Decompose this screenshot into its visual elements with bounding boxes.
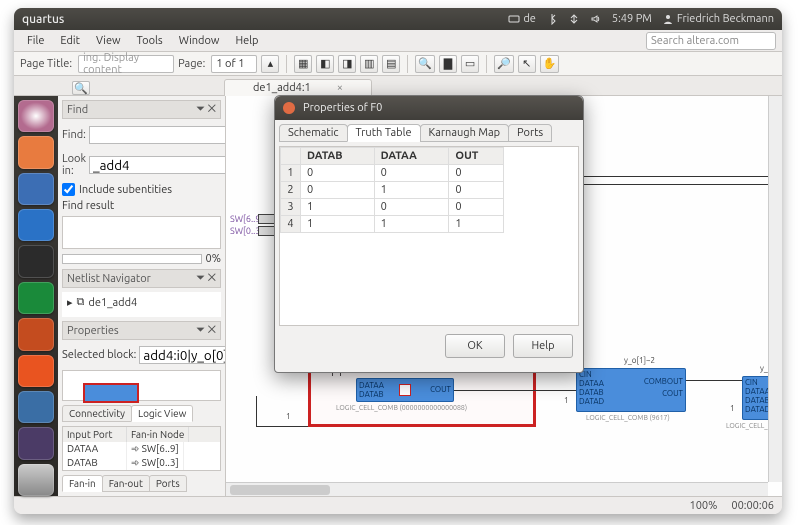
table-row[interactable]: DATAB➾ SW[0..3] (63, 456, 220, 470)
zoom-level: 100% (689, 500, 717, 512)
page-toolbar: Page Title: ing. Display content Page: 1… (14, 52, 782, 76)
netlist-title: Netlist Navigator⏷ ✕ (62, 269, 221, 288)
tb-btn-color[interactable]: ▇ (439, 55, 457, 73)
writer-icon[interactable] (18, 209, 54, 241)
menu-file[interactable]: File (20, 33, 51, 49)
close-icon[interactable]: × (337, 82, 343, 94)
hierarchy-icon: ⧉ (77, 296, 85, 309)
app-title: quartus (22, 13, 64, 26)
tb-btn1[interactable]: ▦ (294, 55, 312, 73)
table-row: 2010 (281, 182, 504, 199)
dialog-title: Properties of F0 (303, 102, 382, 114)
tab-fanout[interactable]: Fan-out (102, 475, 150, 492)
include-subentities-check[interactable] (62, 183, 75, 196)
find-panel-title: Find⏷ ✕ (62, 100, 221, 119)
generic-icon[interactable] (18, 464, 54, 496)
find-result-label: Find result (62, 200, 221, 212)
expand-icon[interactable]: ▸ (67, 296, 73, 309)
tb-btn-sel[interactable]: ▭ (461, 55, 479, 73)
app-menu: File Edit View Tools Window Help Search … (14, 30, 782, 52)
page-spin-up[interactable]: ▴ (261, 55, 279, 73)
status-bar: 100% 00:00:06 (14, 496, 782, 514)
page-title-label: Page Title: (20, 58, 72, 70)
tab-ports[interactable]: Ports (508, 124, 552, 142)
wireshark-icon[interactable] (18, 391, 54, 423)
logic-cell-0[interactable]: DATAA DATAB COUT (356, 378, 454, 402)
find-result-list[interactable] (62, 216, 221, 249)
table-row: 3100 (281, 199, 504, 216)
calc-icon[interactable] (18, 282, 54, 314)
user-menu[interactable]: Friedrich Beckmann (662, 13, 774, 25)
document-tabstrip: 🔍 de1_add4:1× (14, 76, 782, 96)
tab-schematic[interactable]: Schematic (279, 124, 348, 142)
clock[interactable]: 5:49 PM (612, 13, 652, 25)
altera-search[interactable]: Search altera.com (646, 32, 776, 50)
tb-btn2[interactable]: ◧ (316, 55, 334, 73)
keyboard-indicator[interactable]: de (508, 13, 536, 25)
unity-launcher (14, 96, 58, 496)
find-input[interactable] (89, 126, 226, 144)
tab-ports[interactable]: Ports (149, 475, 187, 492)
properties-dialog: Properties of F0 Schematic Truth Table K… (274, 95, 584, 373)
tb-btn-ptr[interactable]: ↖ (518, 55, 536, 73)
eclipse-icon[interactable] (18, 427, 54, 459)
ok-button[interactable]: OK (445, 334, 505, 358)
menu-help[interactable]: Help (228, 33, 265, 49)
dash-icon[interactable] (18, 100, 54, 132)
page-title-input[interactable]: ing. Display content (78, 55, 174, 73)
logic-cell-1[interactable]: CIN DATAA DATAB DATAD COMBOUT COUT (576, 368, 686, 412)
table-row: 1000 (281, 165, 504, 182)
horizontal-scrollbar[interactable] (226, 482, 768, 496)
tab-truth-table[interactable]: Truth Table (347, 124, 421, 142)
volume-icon[interactable] (590, 13, 602, 25)
properties-title: Properties⏷ ✕ (62, 321, 221, 340)
tb-btn-zoom[interactable]: 🔎 (494, 55, 514, 73)
software-icon[interactable] (18, 355, 54, 387)
page-select[interactable]: 1 of 1 (211, 55, 257, 73)
progress-bar (62, 254, 202, 264)
tb-btn-hand[interactable]: ✋ (540, 55, 560, 73)
menu-edit[interactable]: Edit (53, 33, 87, 49)
tb-btn3[interactable]: ◨ (338, 55, 356, 73)
netlist-tree[interactable]: ▸⧉de1_add4 (62, 292, 221, 317)
menu-window[interactable]: Window (172, 33, 227, 49)
menu-tools[interactable]: Tools (130, 33, 170, 49)
tab-karnaugh-map[interactable]: Karnaugh Map (420, 124, 510, 142)
page-label: Page: (178, 58, 205, 70)
doc-tab[interactable]: de1_add4:1× (224, 79, 372, 96)
tab-connectivity[interactable]: Connectivity (62, 405, 132, 422)
lookin-input[interactable] (89, 156, 226, 174)
truth-table: DATABDATAAOUT 1000 2010 3100 4111 (279, 146, 579, 326)
tb-btn5[interactable]: ▤ (382, 55, 400, 73)
menu-view[interactable]: View (89, 33, 128, 49)
bluetooth-icon[interactable] (546, 13, 558, 25)
side-panel: Find⏷ ✕ Find:▾List Look in:...Options...… (58, 96, 226, 496)
table-row[interactable]: DATAA➾ SW[6..9] (63, 442, 220, 456)
tab-fanin[interactable]: Fan-in (62, 475, 103, 492)
tab-logic-view[interactable]: Logic View (131, 405, 193, 422)
ports-table: Input PortFan-in Node DATAA➾ SW[6..9] DA… (62, 426, 221, 471)
help-button[interactable]: Help (513, 334, 573, 358)
vertical-scrollbar[interactable] (768, 96, 782, 482)
fn-icon (399, 384, 411, 396)
network-icon[interactable] (568, 13, 580, 25)
terminal-icon[interactable] (18, 245, 54, 277)
logic-view-thumb[interactable] (62, 370, 221, 401)
firefox-icon[interactable] (18, 173, 54, 205)
files-icon[interactable] (18, 136, 54, 168)
tab-find-icon[interactable]: 🔍 (72, 81, 90, 95)
table-row: 4111 (281, 216, 504, 233)
tb-btn4[interactable]: ▥ (360, 55, 378, 73)
impress-icon[interactable] (18, 318, 54, 350)
dialog-titlebar[interactable]: Properties of F0 (275, 96, 583, 120)
close-window-icon[interactable] (283, 102, 295, 114)
elapsed-time: 00:00:06 (731, 500, 774, 512)
tb-btn-search[interactable]: 🔍 (415, 55, 435, 73)
selected-block-input[interactable] (139, 346, 226, 364)
system-menubar: quartus de 5:49 PM Friedrich Beckmann (14, 8, 782, 30)
